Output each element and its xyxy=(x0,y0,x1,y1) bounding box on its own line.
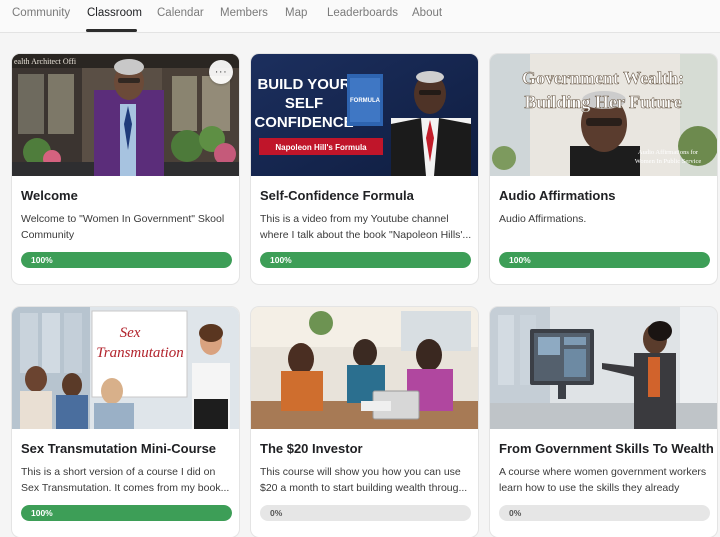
course-thumbnail: Sex Transmutation xyxy=(12,307,239,429)
course-description: Audio Affirmations. xyxy=(499,213,587,225)
progress-bar: 100% xyxy=(499,252,710,268)
svg-text:Transmutation: Transmutation xyxy=(96,345,184,361)
svg-text:Government Wealth:: Government Wealth: xyxy=(522,68,684,88)
course-card-audio-affirmations[interactable]: Government Wealth: Building Her Future A… xyxy=(490,54,717,284)
svg-text:Sex: Sex xyxy=(120,325,141,341)
course-thumbnail: ealth Architect Offi ··· xyxy=(12,54,239,176)
progress-label: 0% xyxy=(270,508,283,518)
tab-members[interactable]: Members xyxy=(220,7,268,19)
course-card-20-investor[interactable]: The $20 Investor This course will show y… xyxy=(251,307,478,537)
course-thumbnail: Government Wealth: Building Her Future A… xyxy=(490,54,717,176)
course-card-self-confidence[interactable]: BUILD YOUR SELF CONFIDENCE Napoleon Hill… xyxy=(251,54,478,284)
svg-text:Women In Public Service: Women In Public Service xyxy=(635,158,702,165)
tab-about[interactable]: About xyxy=(412,7,442,19)
svg-text:BUILD YOUR: BUILD YOUR xyxy=(257,76,350,93)
course-title: The $20 Investor xyxy=(260,441,363,456)
progress-bar: 100% xyxy=(21,505,232,521)
tab-community[interactable]: Community xyxy=(12,7,70,19)
course-description: A course where women government workers … xyxy=(499,466,707,494)
progress-bar: 100% xyxy=(260,252,471,268)
progress-label: 100% xyxy=(31,255,53,265)
progress-label: 100% xyxy=(31,508,53,518)
svg-text:SELF: SELF xyxy=(285,95,323,112)
course-description: This course will show you how you can us… xyxy=(260,466,468,494)
svg-text:Audio Affirmations for: Audio Affirmations for xyxy=(638,149,699,156)
tab-leaderboards[interactable]: Leaderboards xyxy=(327,7,398,19)
ellipsis-icon[interactable]: ··· xyxy=(209,60,233,84)
svg-text:Napoleon Hill's Formula: Napoleon Hill's Formula xyxy=(275,143,367,152)
progress-bar: 0% xyxy=(499,505,710,521)
course-title: Sex Transmutation Mini-Course xyxy=(21,441,217,456)
course-title: Self-Confidence Formula xyxy=(260,188,414,203)
course-title: Welcome xyxy=(21,188,78,203)
course-description: Welcome to "Women In Government" Skool C… xyxy=(21,213,225,241)
tab-calendar[interactable]: Calendar xyxy=(157,7,204,19)
svg-text:Building Her Future: Building Her Future xyxy=(524,92,681,112)
tab-map[interactable]: Map xyxy=(285,7,307,19)
svg-text:CONFIDENCE: CONFIDENCE xyxy=(254,114,353,131)
progress-bar: 100% xyxy=(21,252,232,268)
course-description: This is a short version of a course I di… xyxy=(21,466,230,494)
progress-bar: 0% xyxy=(260,505,471,521)
course-card-welcome[interactable]: ealth Architect Offi ··· Welcome Welcome… xyxy=(12,54,239,284)
progress-label: 0% xyxy=(509,508,522,518)
course-card-government-skills[interactable]: From Government Skills To Wealth A cours… xyxy=(490,307,717,537)
progress-label: 100% xyxy=(270,255,292,265)
svg-text:FORMULA: FORMULA xyxy=(350,98,381,104)
progress-label: 100% xyxy=(509,255,531,265)
tab-classroom[interactable]: Classroom xyxy=(87,7,142,19)
course-thumbnail: BUILD YOUR SELF CONFIDENCE Napoleon Hill… xyxy=(251,54,478,176)
shop-sign-text: ealth Architect Offi xyxy=(14,57,77,66)
active-tab-indicator xyxy=(86,29,137,32)
course-nav-bar: Community Classroom Calendar Members Map… xyxy=(0,0,720,33)
course-thumbnail xyxy=(490,307,717,429)
course-card-sex-transmutation[interactable]: Sex Transmutation Sex Transmutation Mini… xyxy=(12,307,239,537)
course-thumbnail xyxy=(251,307,478,429)
course-title: From Government Skills To Wealth xyxy=(499,441,714,456)
course-title: Audio Affirmations xyxy=(499,188,616,203)
course-description: This is a video from my Youtube channel … xyxy=(260,213,472,241)
